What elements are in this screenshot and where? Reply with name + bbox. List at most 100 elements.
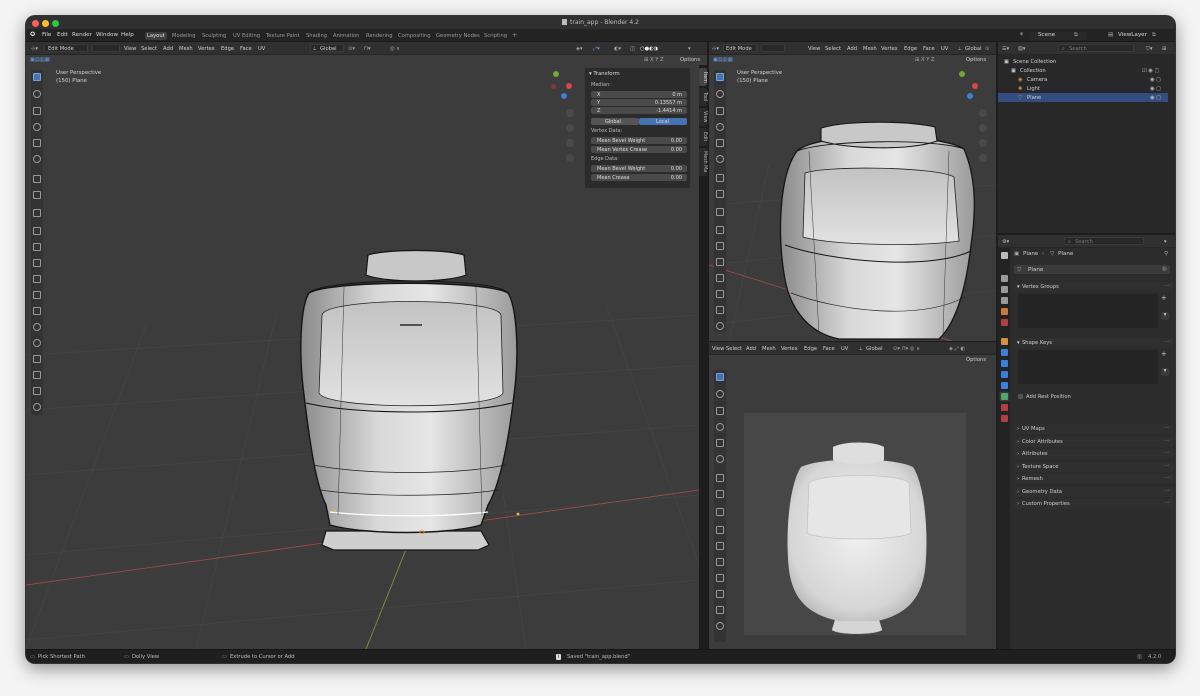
menu-view[interactable]: View [124,46,136,52]
right-menu-select[interactable]: Select [825,46,841,52]
neg-x-axis-icon[interactable] [551,84,556,89]
section-color-attributes[interactable]: › Color Attributes ⋯ [1014,437,1174,447]
select-mode-buttons[interactable] [92,44,120,52]
rotate-tool[interactable] [33,123,41,131]
right-select-box-tool[interactable] [716,73,724,81]
bottom-poly-build-tool[interactable] [716,606,724,614]
outliner-row-camera[interactable]: ◉ Camera ◉ ▢ [998,75,1168,84]
right-editor-type-icon[interactable]: ⊹▾ [712,46,719,52]
right-orientation-icon[interactable]: ⟂ [958,46,961,53]
view-layer-tab-icon[interactable] [1001,297,1008,304]
bottom-spin-tool[interactable] [716,622,724,630]
right-navigation-gizmo[interactable] [955,69,985,103]
section-custom-properties[interactable]: › Custom Properties ⋯ [1014,499,1174,509]
bottom-overlay-icons[interactable]: ◈ ⤢ ◐ [949,346,965,353]
scene-icon[interactable]: ⚘ [1019,32,1024,38]
mean-bevel-weight-edge-field[interactable]: Mean Bevel Weight 0.00 [591,165,687,172]
xray-icon[interactable]: ◫ [630,46,635,52]
select-box-tool[interactable] [33,73,41,81]
view-layer-copy-icon[interactable]: ⧉ [1152,32,1156,39]
smooth-tool[interactable] [33,339,41,347]
visibility-toggle-icon[interactable]: ☑ ◉ ▢ [1142,68,1159,74]
menu-help[interactable]: Help [121,32,134,38]
scale-tool[interactable] [33,139,41,147]
panel-header[interactable]: ▾ Transform [589,71,620,77]
texture-tab-icon[interactable] [1001,415,1008,422]
breadcrumb-data[interactable]: Plane [1058,251,1073,257]
right-pan-hand-icon[interactable] [979,124,987,132]
extrude-tool[interactable] [33,227,41,235]
outliner-row-light[interactable]: ✺ Light ◉ ▢ [998,84,1168,93]
shrink-fatten-tool[interactable] [33,371,41,379]
bottom-knife-tool[interactable] [716,590,724,598]
bottom-cursor-tool[interactable] [716,390,724,398]
zoom-icon[interactable] [566,109,574,117]
bottom-add-cube-tool[interactable] [716,508,724,516]
right-scale-tool[interactable] [716,139,724,147]
tab-layout[interactable]: Layout [145,31,167,40]
world-tab-icon[interactable] [1001,319,1008,326]
visibility-toggle-icon[interactable]: ◉ ▢ [1150,77,1161,83]
main-viewport[interactable]: User Perspective (150) Plane ▾ Transform… [26,65,699,649]
drag-handle-icon[interactable]: ⋯ [1164,488,1170,494]
constraints-tab-icon[interactable] [1001,382,1008,389]
pin-icon[interactable]: ⚲ [1164,251,1168,257]
right-options-dropdown[interactable]: Options [966,57,986,63]
right-spin-tool[interactable] [716,322,724,330]
visibility-toggle-icon[interactable]: ◉ ▢ [1150,86,1161,92]
bottom-viewport[interactable] [709,365,996,649]
median-z-field[interactable]: Z -1.4414 m [591,107,687,114]
right-measure-tool[interactable] [716,190,724,198]
section-texture-space[interactable]: › Texture Space ⋯ [1014,462,1174,472]
median-y-field[interactable]: Y 0.13557 m [591,99,687,106]
right-mirror-axis-buttons[interactable]: ⊞ X Y Z [915,57,935,63]
bottom-menu-edge[interactable]: Edge [804,346,817,352]
right-select-mode-buttons[interactable] [761,44,785,52]
outliner-filter-icon[interactable]: ⛉▾ [1146,46,1153,53]
measure-tool[interactable] [33,191,41,199]
tab-rendering[interactable]: Rendering [366,33,393,39]
inset-tool[interactable] [33,243,41,251]
outliner-row-plane[interactable]: ▽ Plane ◉ ▢ [998,93,1168,102]
ortho-grid-icon[interactable] [566,154,574,162]
modifiers-tab-icon[interactable] [1001,349,1008,356]
right-menu-face[interactable]: Face [923,46,935,52]
global-button[interactable]: Global [591,118,639,125]
right-cursor-tool[interactable] [716,90,724,98]
bottom-bevel-tool[interactable] [716,558,724,566]
right-menu-uv[interactable]: UV [941,46,948,52]
pivot-icon[interactable]: ⊙▾ [348,46,355,52]
right-select-box-icons[interactable]: ▣▤▥▦ [713,57,733,63]
mesh-data-tab-icon[interactable] [1001,393,1008,400]
visibility-toggle-icon[interactable]: ◉ ▢ [1150,95,1161,101]
bevel-tool[interactable] [33,259,41,267]
camera-view-icon[interactable] [566,139,574,147]
loop-cut-tool[interactable] [33,275,41,283]
sidebar-tab-edit[interactable]: Edit [699,128,707,146]
sidebar-tab-mesh-ma[interactable]: Mesh Ma [699,148,707,176]
proportional-edit-icon[interactable]: ◎ ∧ [390,46,400,52]
add-slot-icon[interactable]: + [1161,350,1169,358]
render-tab-icon[interactable] [1001,275,1008,282]
right-zoom-icon[interactable] [979,109,987,117]
menu-edit[interactable]: Edit [57,32,68,38]
bottom-select-box-tool[interactable] [716,373,724,381]
drag-handle-icon[interactable]: ⋯ [1164,450,1170,456]
tab-compositing[interactable]: Compositing [398,33,431,39]
menu-uv[interactable]: UV [258,46,265,52]
properties-editor-icon[interactable]: ⚙▾ [1002,239,1009,245]
spin-tool[interactable] [33,323,41,331]
snap-icon[interactable]: ⊓▾ [364,46,371,52]
vertex-groups-list[interactable] [1018,294,1158,328]
bottom-loop-cut-tool[interactable] [716,574,724,582]
tab-sculpting[interactable]: Sculpting [202,33,226,39]
outliner-editor-icon[interactable]: ☰▾ [1002,46,1009,52]
bottom-inset-tool[interactable] [716,542,724,550]
right-ortho-grid-icon[interactable] [979,154,987,162]
section-shape-keys[interactable]: ▾ Shape Keys ⋯ [1014,338,1174,348]
right-bevel-tool[interactable] [716,258,724,266]
cursor-tool[interactable] [33,90,41,98]
outliner-new-collection-icon[interactable]: ⊞ [1162,46,1166,52]
navigation-gizmo[interactable] [549,69,579,103]
tab-scripting[interactable]: Scripting [484,33,507,39]
